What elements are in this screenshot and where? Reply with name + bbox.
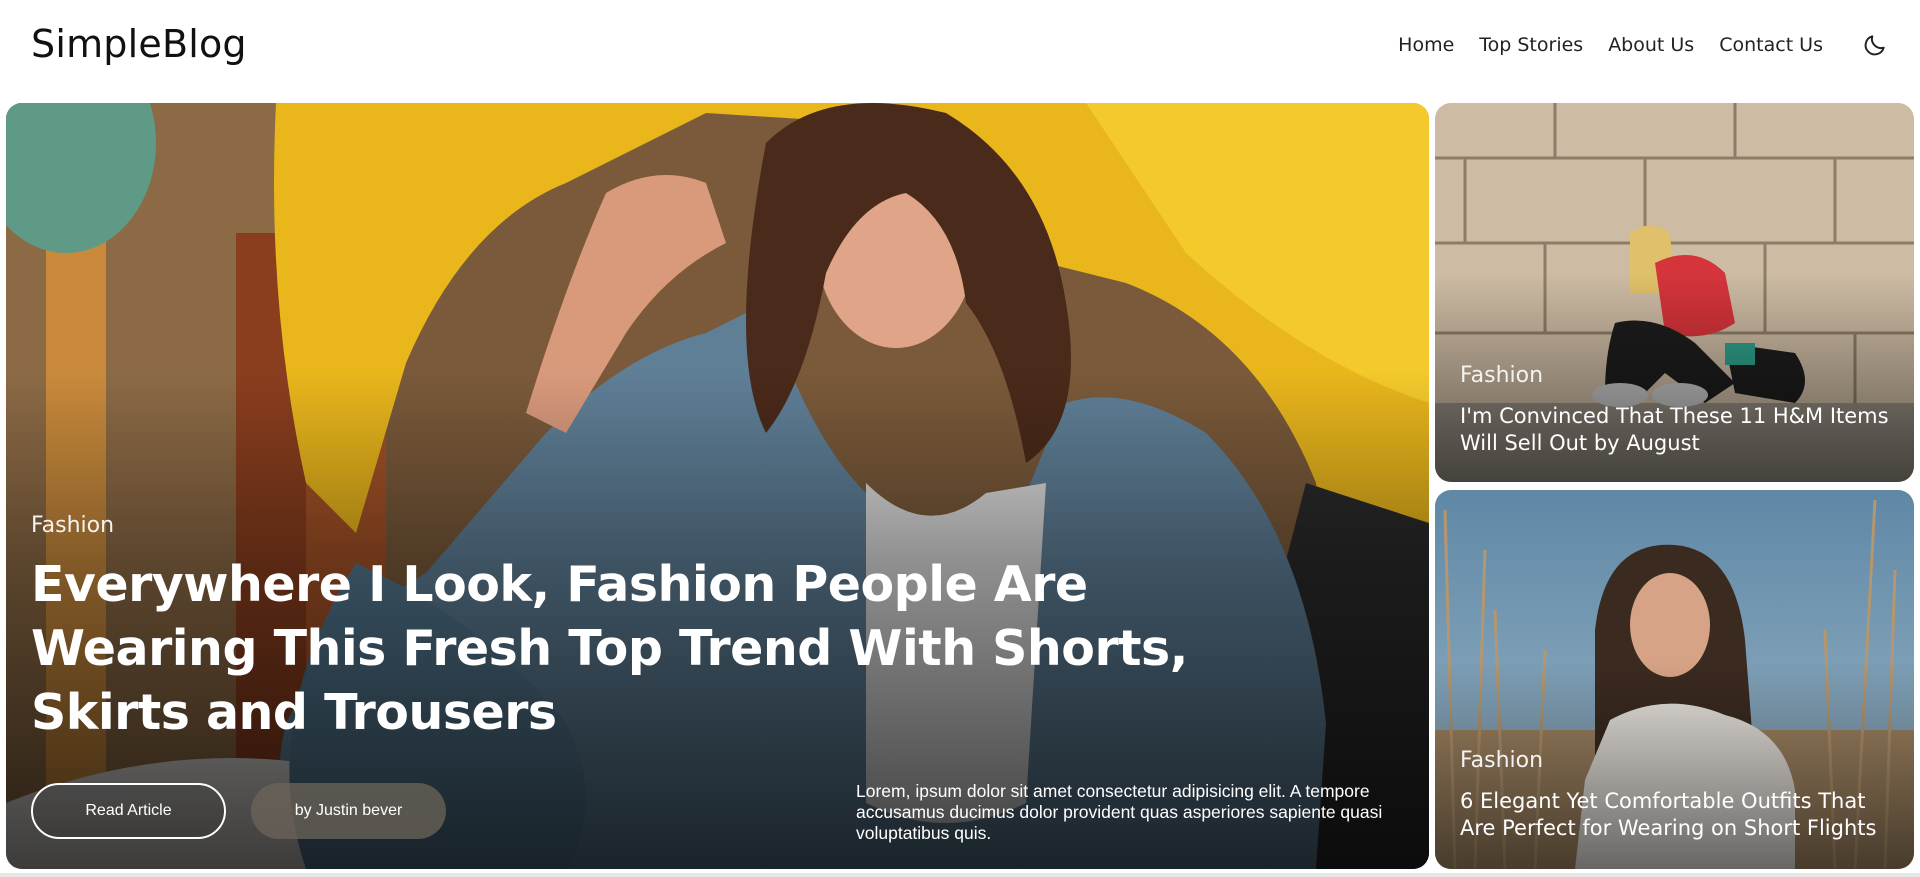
nav-about-us-link[interactable]: About Us	[1608, 34, 1694, 56]
hero-excerpt: Lorem, ipsum dolor sit amet consectetur …	[856, 781, 1383, 843]
hero-title[interactable]: Everywhere I Look, Fashion People Are We…	[31, 553, 1271, 745]
moon-icon[interactable]	[1862, 32, 1888, 58]
site-header: SimpleBlog Home Top Stories About Us Con…	[0, 0, 1920, 96]
side-article-card[interactable]: Fashion I'm Convinced That These 11 H&M …	[1435, 103, 1914, 482]
section-divider	[0, 873, 1920, 877]
side-article-category[interactable]: Fashion	[1460, 748, 1543, 773]
main-nav: Home Top Stories About Us Contact Us	[1398, 34, 1823, 56]
side-article-card[interactable]: Fashion 6 Elegant Yet Comfortable Outfit…	[1435, 490, 1914, 869]
nav-top-stories-link[interactable]: Top Stories	[1479, 34, 1583, 56]
site-logo[interactable]: SimpleBlog	[31, 22, 247, 66]
hero-article-card[interactable]: Fashion Everywhere I Look, Fashion Peopl…	[6, 103, 1429, 869]
side-article-category[interactable]: Fashion	[1460, 363, 1543, 388]
author-button[interactable]: by Justin bever	[251, 783, 446, 839]
hero-category[interactable]: Fashion	[31, 513, 114, 538]
side-article-title[interactable]: 6 Elegant Yet Comfortable Outfits That A…	[1460, 788, 1905, 842]
side-article-title[interactable]: I'm Convinced That These 11 H&M Items Wi…	[1460, 403, 1905, 457]
hero-overlay	[6, 103, 1429, 869]
read-article-button[interactable]: Read Article	[31, 783, 226, 839]
nav-home-link[interactable]: Home	[1398, 34, 1454, 56]
nav-contact-us-link[interactable]: Contact Us	[1719, 34, 1823, 56]
